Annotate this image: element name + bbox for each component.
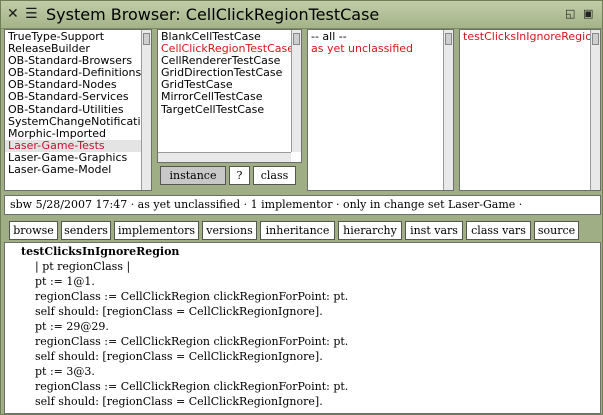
list-item[interactable]: as yet unclassified [308, 42, 443, 55]
protocol-pane[interactable]: -- all -- as yet unclassified [307, 29, 454, 191]
source-button[interactable]: source [534, 221, 579, 240]
protocol-list[interactable]: -- all -- as yet unclassified [308, 30, 443, 190]
instance-button[interactable]: instance [160, 166, 226, 185]
list-item[interactable]: MirrorCellTestCase [158, 91, 291, 103]
code-line: self should: [regionClass = CellClickReg… [21, 350, 323, 363]
question-button[interactable]: ? [229, 166, 250, 185]
code-line: regionClass := CellClickRegion clickRegi… [21, 335, 349, 348]
class-list[interactable]: BlankCellTestCase CellClickRegionTestCase… [158, 30, 291, 152]
hierarchy-button[interactable]: hierarchy [338, 221, 402, 240]
list-item[interactable]: SystemChangeNotification [5, 115, 141, 128]
scroll-thumb[interactable] [592, 33, 599, 45]
code-line: self should: [regionClass = CellClickReg… [21, 305, 323, 318]
title-bar[interactable]: ✕ ☰ System Browser: CellClickRegionTestC… [1, 1, 602, 29]
code-line: pt := 3@3. [21, 365, 95, 378]
list-item[interactable]: Laser-Game-Model [5, 163, 141, 176]
implementors-button[interactable]: implementors [114, 221, 199, 240]
close-icon[interactable]: ✕ [7, 5, 19, 23]
inst-vars-button[interactable]: inst vars [405, 221, 463, 240]
window-title: System Browser: CellClickRegionTestCase [46, 5, 380, 24]
code-line: regionClass := CellClickRegion clickRegi… [21, 380, 349, 393]
scroll-thumb[interactable] [293, 33, 300, 45]
category-scrollbar[interactable] [141, 30, 151, 190]
system-browser-window: ✕ ☰ System Browser: CellClickRegionTestC… [0, 0, 603, 415]
class-hscrollbar[interactable] [158, 152, 291, 162]
class-side-switch: instance ? class [160, 166, 296, 185]
method-pane[interactable]: testClicksInIgnoreRegion [459, 29, 601, 191]
class-vars-button[interactable]: class vars [466, 221, 531, 240]
method-signature: testClicksInIgnoreRegion [21, 245, 180, 258]
collapse-icon[interactable]: ◱ [565, 7, 575, 20]
code-line: regionClass := CellClickRegion clickRegi… [21, 290, 349, 303]
status-bar: sbw 5/28/2007 17:47 · as yet unclassifie… [4, 195, 601, 215]
browse-button[interactable]: browse [9, 221, 58, 240]
inheritance-button[interactable]: inheritance [260, 221, 335, 240]
scroll-thumb[interactable] [445, 33, 452, 45]
list-item[interactable]: OB-Standard-Utilities [5, 103, 141, 116]
code-editor[interactable]: testClicksInIgnoreRegion | pt regionClas… [4, 242, 601, 414]
class-button[interactable]: class [253, 166, 296, 185]
code-line: self should: [regionClass = CellClickReg… [21, 395, 323, 408]
category-pane[interactable]: TrueType-Support ReleaseBuilder OB-Standar… [4, 29, 152, 191]
list-item[interactable]: OB-Standard-Services [5, 91, 141, 103]
protocol-scrollbar[interactable] [443, 30, 453, 190]
senders-button[interactable]: senders [61, 221, 111, 240]
class-pane[interactable]: BlankCellTestCase CellClickRegionTestCase… [157, 29, 302, 163]
code-line: pt := 1@1. [21, 275, 95, 288]
method-scrollbar[interactable] [590, 30, 600, 190]
method-list[interactable]: testClicksInIgnoreRegion [460, 30, 590, 190]
scroll-thumb[interactable] [143, 33, 150, 45]
browser-toolbar: browse senders implementors versions inh… [9, 221, 579, 240]
category-list[interactable]: TrueType-Support ReleaseBuilder OB-Standar… [5, 30, 141, 190]
window-menu-icon[interactable]: ☰ [25, 5, 38, 23]
code-line: | pt regionClass | [21, 260, 131, 273]
code-line: pt := 29@29. [21, 320, 109, 333]
list-item[interactable]: testClicksInIgnoreRegion [460, 30, 590, 43]
versions-button[interactable]: versions [202, 221, 257, 240]
list-item[interactable]: TargetCellTestCase [158, 103, 291, 116]
expand-icon[interactable]: ▣ [583, 7, 593, 20]
class-scrollbar[interactable] [291, 30, 301, 152]
